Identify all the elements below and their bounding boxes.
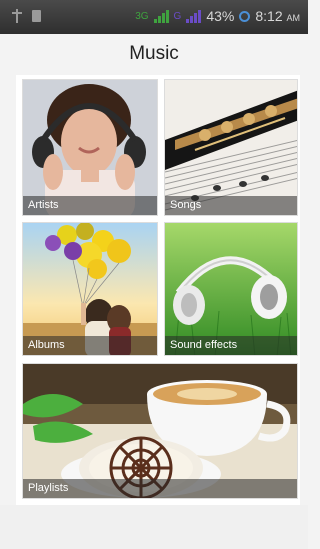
signal-icon-2 [186,9,202,23]
tile-songs-label: Songs [165,196,297,215]
tile-songs[interactable]: Songs [164,79,298,216]
sd-card-icon [32,10,41,22]
tile-sound-effects-label: Sound effects [165,336,297,355]
clock-ampm: AM [286,13,301,23]
tile-albums[interactable]: Albums [22,222,158,356]
alarm-icon [239,10,251,22]
clock: 8:12 AM [255,8,300,24]
tile-artists-label: Artists [23,196,157,215]
tile-artists[interactable]: Artists [22,79,158,216]
status-bar: 3G G 43% 8:12 AM [0,0,308,34]
network-type-label: 3G [135,10,149,22]
bottom-area [0,505,308,549]
tile-playlists-label: Playlists [23,479,297,498]
page-title: Music [129,43,179,64]
usb-icon [12,9,22,23]
network-type-label-2: G [173,10,182,22]
tile-playlists[interactable]: Playlists [22,363,298,499]
tile-sound-effects[interactable]: Sound effects [164,222,298,356]
battery-percent: 43% [206,8,235,24]
signal-icon [153,9,169,23]
clock-time: 8:12 [255,8,283,24]
music-category-grid: Artists Songs Albums Sound effects Playl… [16,75,300,505]
tile-albums-label: Albums [23,336,157,355]
